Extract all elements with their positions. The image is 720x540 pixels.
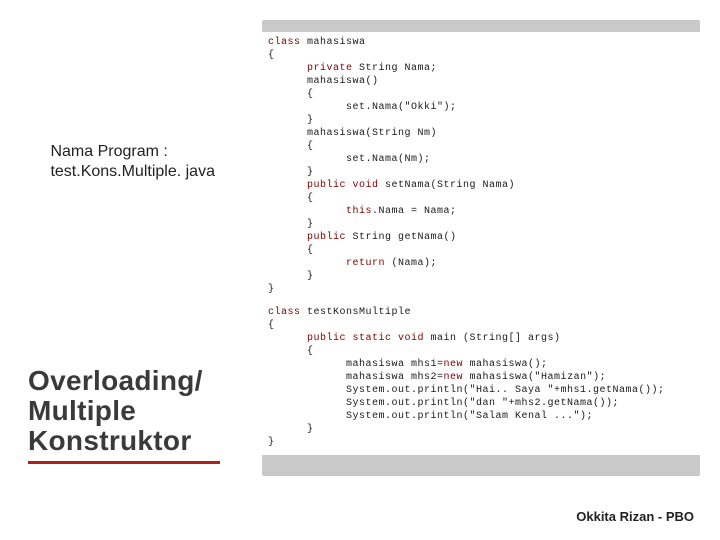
code-line: { [268,244,694,257]
code-line: { [268,345,694,358]
footer-text: Okkita Rizan - PBO [576,509,694,524]
code-line: mahasiswa() [268,75,694,88]
code-line: } [268,114,694,127]
code-line: mahasiswa mhs1= [268,359,444,370]
code-line: } [268,436,694,449]
code-line: { [268,319,694,332]
code-line: testKonsMultiple [301,307,412,318]
code-line: mahasiswa("Hamizan"); [463,372,606,383]
code-line: mahasiswa [301,37,366,48]
slide: class mahasiswa { private String Nama; m… [0,0,720,540]
code-line: private [268,63,353,74]
code-line: .Nama = Nama; [372,206,457,217]
code-line: } [268,166,694,179]
code-line: System.out.println("dan "+mhs2.getNama()… [268,397,694,410]
code-line: public [268,232,346,243]
bullet-line: Nama Program : [50,142,215,162]
title-underline [28,461,220,464]
code-line: String Nama; [353,63,438,74]
bullet-text: Nama Program : test.Kons.Multiple. java [50,142,215,182]
code-line: { [268,192,694,205]
code-panel: class mahasiswa { private String Nama; m… [262,20,700,476]
title-line: Multiple [28,396,220,426]
code-line: { [268,140,694,153]
code-line: class [268,37,301,48]
code-line: System.out.println("Salam Kenal ..."); [268,410,694,423]
bullet-line: test.Kons.Multiple. java [50,162,215,182]
code-block: class mahasiswa { private String Nama; m… [262,32,700,455]
code-line: public void [268,180,379,191]
code-line: new [444,372,464,383]
slide-title: Overloading/ Multiple Konstruktor [28,366,220,464]
code-line: mahasiswa(String Nm) [268,127,694,140]
code-line: mahasiswa mhs2= [268,372,444,383]
title-line: Overloading/ [28,366,220,396]
code-line: set.Nama("Okki"); [268,101,694,114]
code-line: String getNama() [346,232,457,243]
code-line: System.out.println("Hai.. Saya "+mhs1.ge… [268,384,694,397]
code-line: { [268,49,694,62]
title-line: Konstruktor [28,426,220,456]
code-line: } [268,270,694,283]
code-line: public static void [268,333,424,344]
code-line: main (String[] args) [424,333,561,344]
code-line: setNama(String Nama) [379,180,516,191]
bullet-item:  Nama Program : test.Kons.Multiple. jav… [30,142,250,182]
code-line: set.Nama(Nm); [268,153,694,166]
code-line: return [268,258,385,269]
code-line: new [444,359,464,370]
code-line: } [268,283,694,296]
code-line: { [268,88,694,101]
code-line: } [268,423,694,436]
bullet-icon:  [30,142,42,162]
code-line: mahasiswa(); [463,359,548,370]
code-line: (Nama); [385,258,437,269]
code-line: class [268,307,301,318]
code-line: } [268,218,694,231]
code-line: this [268,206,372,217]
